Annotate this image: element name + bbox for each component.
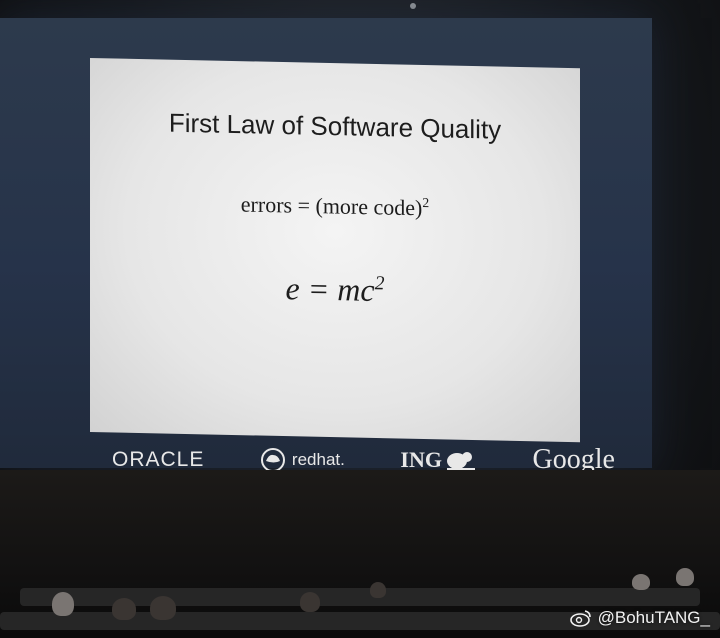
audience-head — [150, 596, 176, 620]
oracle-logo: ORACLE — [112, 448, 204, 472]
errors-formula-exponent: 2 — [422, 194, 430, 211]
redhat-logo-text: redhat. — [291, 450, 345, 469]
presentation-slide: First Law of Software Quality errors = (… — [90, 58, 580, 443]
audience-head — [300, 592, 320, 612]
audience-head — [676, 568, 694, 586]
emc2-formula-exponent: 2 — [374, 272, 385, 295]
oracle-logo-text: ORACLE — [112, 448, 205, 471]
projection-screen: First Law of Software Quality errors = (… — [0, 18, 652, 475]
weibo-icon — [569, 610, 591, 627]
ing-lion-icon — [446, 452, 475, 470]
ceiling-light — [410, 3, 416, 9]
errors-formula: errors = (more code)2 — [90, 188, 580, 225]
watermark-handle: @BohuTANG_ — [597, 608, 710, 627]
weibo-watermark: @BohuTANG_ — [569, 608, 710, 628]
errors-formula-base: errors = (more code) — [240, 191, 423, 221]
audience-head — [52, 592, 74, 616]
audience-head — [112, 598, 136, 620]
emc2-formula-base: e = mc — [285, 270, 375, 308]
audience-head — [632, 574, 650, 590]
emc2-formula: e = mc2 — [90, 266, 580, 313]
audience-head — [370, 582, 386, 598]
slide-title: First Law of Software Quality — [168, 107, 502, 145]
theater-scene: First Law of Software Quality errors = (… — [0, 0, 720, 638]
